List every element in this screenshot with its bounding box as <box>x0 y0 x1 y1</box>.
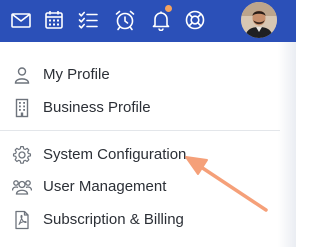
app-window: My Profile Business Profile System Confi… <box>0 0 296 247</box>
menu-item-label: My Profile <box>43 66 110 83</box>
avatar[interactable] <box>241 2 277 38</box>
bell-icon[interactable] <box>150 9 172 31</box>
pdf-document-icon <box>12 210 32 230</box>
menu-item-label: Subscription & Billing <box>43 211 184 228</box>
menu-item-label: System Configuration <box>43 146 187 163</box>
menu-item-my-profile[interactable]: My Profile <box>0 60 280 90</box>
user-icon <box>12 65 32 85</box>
alarm-clock-icon[interactable] <box>114 9 136 31</box>
menu-item-user-management[interactable]: User Management <box>0 172 280 202</box>
calendar-icon[interactable] <box>43 9 65 31</box>
menu-item-business-profile[interactable]: Business Profile <box>0 93 280 123</box>
lifebuoy-icon[interactable] <box>184 9 206 31</box>
top-navigation-bar <box>0 0 296 42</box>
menu-item-label: User Management <box>43 178 167 195</box>
menu-item-label: Business Profile <box>43 99 151 116</box>
notification-dot <box>165 5 172 12</box>
menu-item-system-configuration[interactable]: System Configuration <box>0 140 280 170</box>
users-icon <box>12 177 32 197</box>
checklist-icon[interactable] <box>77 9 99 31</box>
building-icon <box>12 98 32 118</box>
gear-icon <box>12 145 32 165</box>
background-shade <box>278 42 296 247</box>
menu-item-subscription-billing[interactable]: Subscription & Billing <box>0 205 280 235</box>
mail-icon[interactable] <box>10 9 32 31</box>
menu-divider <box>0 130 280 131</box>
